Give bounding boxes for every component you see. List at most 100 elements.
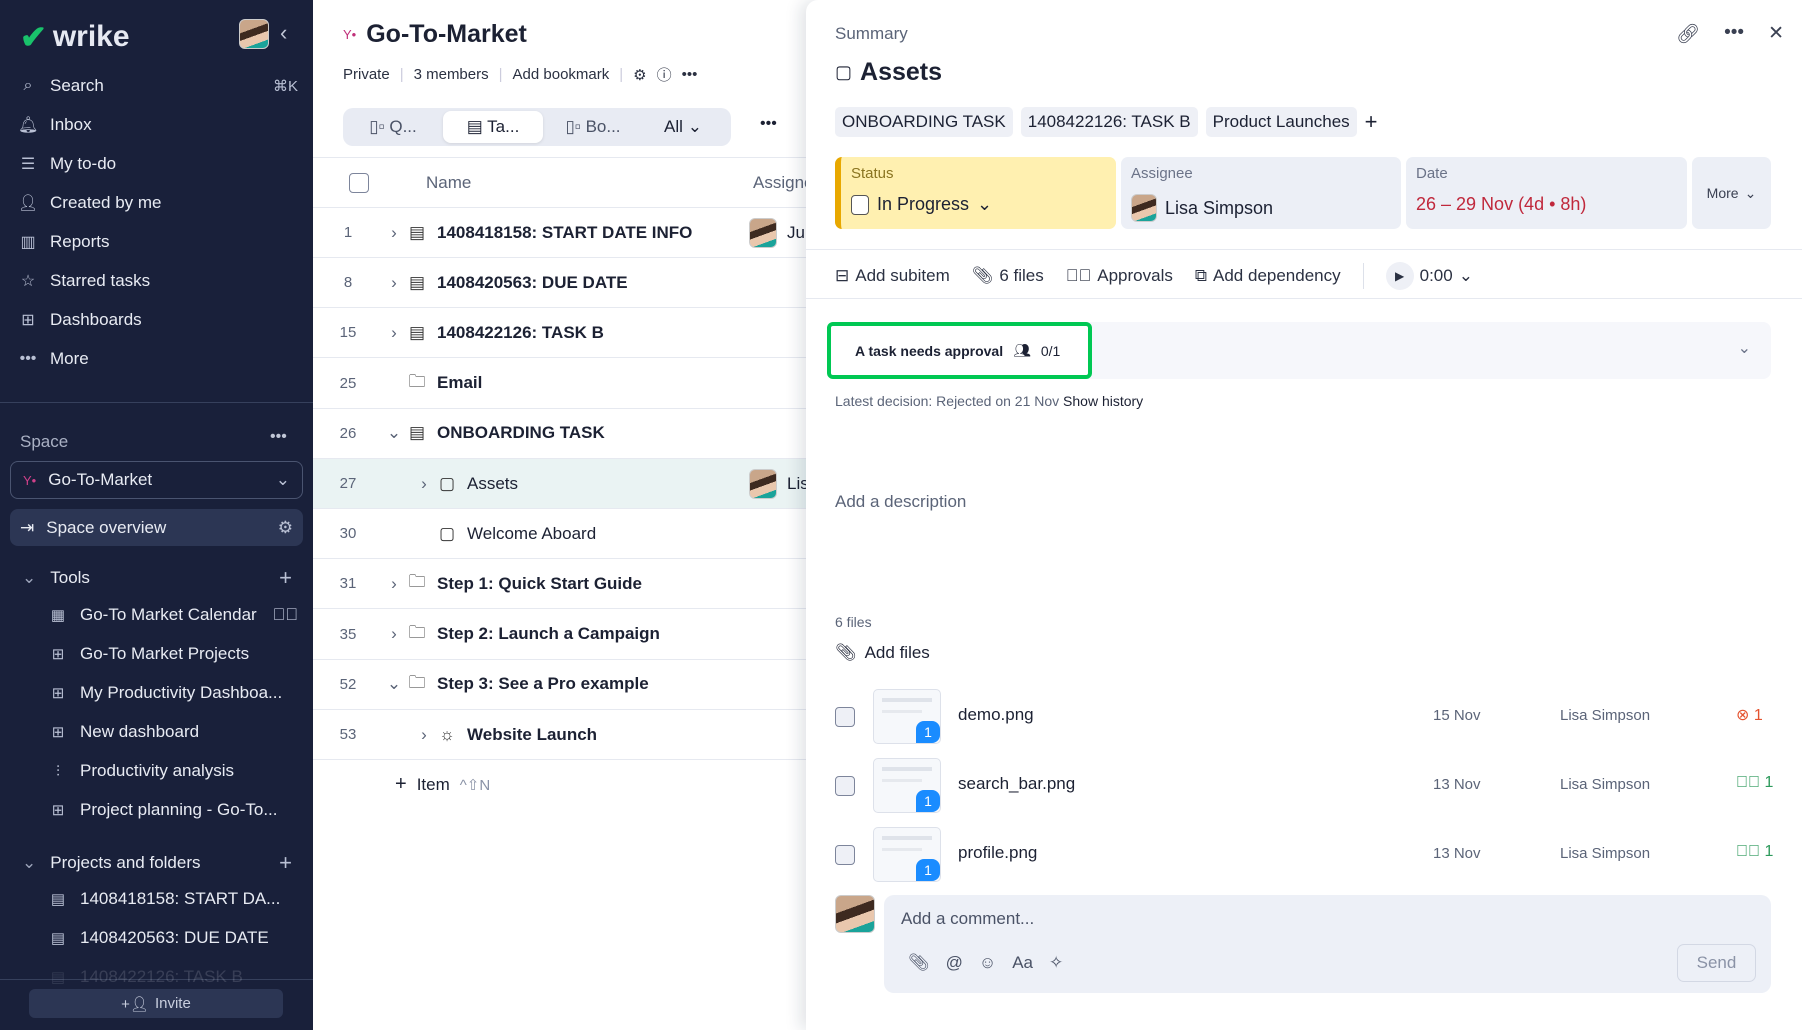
- comment-box[interactable]: Add a comment... 📎︎ @ ☺ Aa ✧ Send: [884, 895, 1771, 993]
- table-row[interactable]: 8›▤1408420563: DUE DATE: [313, 258, 813, 308]
- tab-table[interactable]: ▤ Ta...: [443, 111, 543, 143]
- ai-sparkle-icon[interactable]: ✧: [1049, 953, 1063, 973]
- expand-chevron-icon[interactable]: ›: [383, 273, 405, 293]
- column-name[interactable]: Name: [426, 173, 471, 193]
- space-more-icon[interactable]: •••: [270, 428, 287, 446]
- sidebar-tool-item[interactable]: ⊞Go-To Market Projects: [48, 644, 298, 664]
- date-field[interactable]: Date 26 – 29 Nov (4d • 8h): [1406, 157, 1687, 229]
- parent-tag[interactable]: 1408422126: TASK B: [1021, 107, 1198, 137]
- assignee-field[interactable]: Assignee Lisa Simpson: [1121, 157, 1401, 229]
- space-selector[interactable]: Y•Go-To-Market⌄: [10, 461, 303, 499]
- table-row[interactable]: 30▢Welcome Aboard: [313, 509, 813, 559]
- more-icon[interactable]: •••: [682, 66, 698, 83]
- add-bookmark-link[interactable]: Add bookmark: [513, 66, 610, 83]
- table-row[interactable]: 27›▢AssetsLis: [313, 459, 813, 509]
- approvals-button[interactable]: ✓⃝Approvals: [1066, 266, 1173, 286]
- add-item-button[interactable]: +Item^⇧N: [395, 773, 490, 796]
- sidebar-project-item[interactable]: ▤1408422126: TASK B: [48, 967, 298, 987]
- nav-item-dashboards[interactable]: ⊞Dashboards: [18, 310, 298, 330]
- file-row[interactable]: 1 search_bar.png 13 Nov Lisa Simpson ✓⃝ …: [806, 756, 1802, 816]
- emoji-icon[interactable]: ☺: [979, 953, 996, 973]
- add-subitem-button[interactable]: ⊟Add subitem: [835, 266, 950, 286]
- add-parent-icon[interactable]: +: [1365, 109, 1378, 135]
- gear-icon[interactable]: ⚙: [278, 518, 293, 538]
- table-row[interactable]: 25🗀︎Email: [313, 359, 813, 409]
- send-button[interactable]: Send: [1677, 944, 1756, 982]
- paperclip-icon[interactable]: 📎︎: [908, 953, 930, 973]
- table-row[interactable]: 1›▤1408418158: START DATE INFOJu: [313, 208, 813, 258]
- sidebar-tool-item[interactable]: ⊞Project planning - Go-To...: [48, 800, 298, 820]
- nav-item-starred-tasks[interactable]: ☆Starred tasks: [18, 271, 298, 291]
- space-overview[interactable]: ⇥Space overview⚙: [10, 509, 303, 546]
- nav-item-more[interactable]: •••More: [18, 349, 298, 369]
- sidebar-project-item[interactable]: ▤1408420563: DUE DATE: [48, 928, 298, 948]
- add-dependency-button[interactable]: ⧉Add dependency: [1195, 266, 1341, 286]
- view-filter-dropdown[interactable]: All ⌄: [643, 117, 723, 137]
- nav-item-reports[interactable]: ▥Reports: [18, 232, 298, 252]
- file-row[interactable]: 1 demo.png 15 Nov Lisa Simpson ⊗ 1: [806, 687, 1802, 747]
- parent-tag[interactable]: ONBOARDING TASK: [835, 107, 1013, 137]
- expand-chevron-icon[interactable]: ›: [383, 574, 405, 594]
- format-text-icon[interactable]: Aa: [1012, 953, 1033, 973]
- collapse-sidebar-icon[interactable]: ‹: [280, 20, 287, 46]
- invite-button[interactable]: +👤︎Invite: [29, 989, 283, 1018]
- parent-tag[interactable]: Product Launches: [1206, 107, 1357, 137]
- add-files-button[interactable]: 📎︎Add files: [835, 643, 930, 663]
- tab-board[interactable]: ▯▫ Bo...: [543, 117, 643, 137]
- expand-chevron-icon[interactable]: ›: [383, 323, 405, 343]
- privacy-label[interactable]: Private: [343, 66, 390, 83]
- table-row[interactable]: 15›▤1408422126: TASK B: [313, 308, 813, 358]
- tab-queue[interactable]: ▯▫ Q...: [343, 117, 443, 137]
- close-icon[interactable]: ✕: [1768, 22, 1784, 46]
- chevron-down-icon[interactable]: ⌄: [1738, 338, 1751, 358]
- files-button[interactable]: 📎︎6 files: [972, 266, 1044, 286]
- nav-item-created-by-me[interactable]: 👤︎Created by me: [18, 193, 298, 213]
- column-assignee[interactable]: Assignee: [753, 173, 813, 193]
- wrike-logo[interactable]: ✔wrike: [20, 18, 130, 56]
- table-row[interactable]: 35›🗀︎Step 2: Launch a Campaign: [313, 610, 813, 660]
- file-checkbox[interactable]: [835, 707, 855, 727]
- file-row[interactable]: 1 profile.png 13 Nov Lisa Simpson ✓⃝ 1: [806, 825, 1802, 885]
- file-thumbnail[interactable]: 1: [873, 689, 941, 744]
- expand-chevron-icon[interactable]: ›: [383, 223, 405, 243]
- sidebar-tool-item[interactable]: ⫶Productivity analysis: [48, 761, 298, 781]
- file-thumbnail[interactable]: 1: [873, 827, 941, 882]
- expand-chevron-icon[interactable]: ›: [413, 474, 435, 494]
- sidebar-tool-item[interactable]: ⊞New dashboard: [48, 722, 298, 742]
- info-icon[interactable]: ⓘ: [657, 64, 672, 85]
- file-thumbnail[interactable]: 1: [873, 758, 941, 813]
- add-project-icon[interactable]: +: [279, 850, 292, 876]
- show-history-link[interactable]: Show history: [1063, 393, 1143, 409]
- sidebar-tool-item[interactable]: ⊞My Productivity Dashboa...: [48, 683, 298, 703]
- nav-item-search[interactable]: ⌕Search⌘K: [18, 76, 298, 96]
- user-avatar[interactable]: [239, 19, 269, 49]
- expand-chevron-icon[interactable]: ⌄: [383, 674, 405, 694]
- table-row[interactable]: 31›🗀︎Step 1: Quick Start Guide: [313, 559, 813, 609]
- expand-chevron-icon[interactable]: ⌄: [383, 423, 405, 443]
- link-icon[interactable]: 🔗︎: [1676, 22, 1700, 46]
- projects-section-header[interactable]: ⌄Projects and folders+: [22, 850, 292, 876]
- gear-icon[interactable]: ⚙: [633, 66, 646, 84]
- file-checkbox[interactable]: [835, 845, 855, 865]
- members-link[interactable]: 3 members: [414, 66, 489, 83]
- more-icon[interactable]: •••: [1724, 22, 1744, 46]
- comment-input[interactable]: Add a comment...: [901, 909, 1034, 929]
- timer-button[interactable]: ▶0:00⌄: [1386, 262, 1473, 290]
- more-fields-button[interactable]: More⌄: [1692, 157, 1771, 229]
- expand-chevron-icon[interactable]: ›: [383, 624, 405, 644]
- sidebar-tool-item[interactable]: ▦Go-To Market Calendar✓⃝: [48, 605, 298, 625]
- add-tool-icon[interactable]: +: [279, 565, 292, 591]
- more-icon[interactable]: •••: [760, 115, 777, 133]
- table-row[interactable]: 53›☼Website Launch: [313, 710, 813, 760]
- sidebar-project-item[interactable]: ▤1408418158: START DA...: [48, 889, 298, 909]
- table-row[interactable]: 52⌄🗀︎Step 3: See a Pro example: [313, 660, 813, 710]
- expand-chevron-icon[interactable]: ›: [413, 725, 435, 745]
- file-checkbox[interactable]: [835, 776, 855, 796]
- breadcrumb[interactable]: Summary: [835, 24, 908, 44]
- mention-icon[interactable]: @: [946, 953, 963, 973]
- tools-section-header[interactable]: ⌄Tools+: [22, 565, 292, 591]
- table-row[interactable]: 26⌄▤ONBOARDING TASK: [313, 409, 813, 459]
- status-field[interactable]: Status In Progress⌄: [835, 157, 1116, 229]
- description-input[interactable]: Add a description: [835, 492, 966, 512]
- nav-item-my-to-do[interactable]: ☰My to-do: [18, 154, 298, 174]
